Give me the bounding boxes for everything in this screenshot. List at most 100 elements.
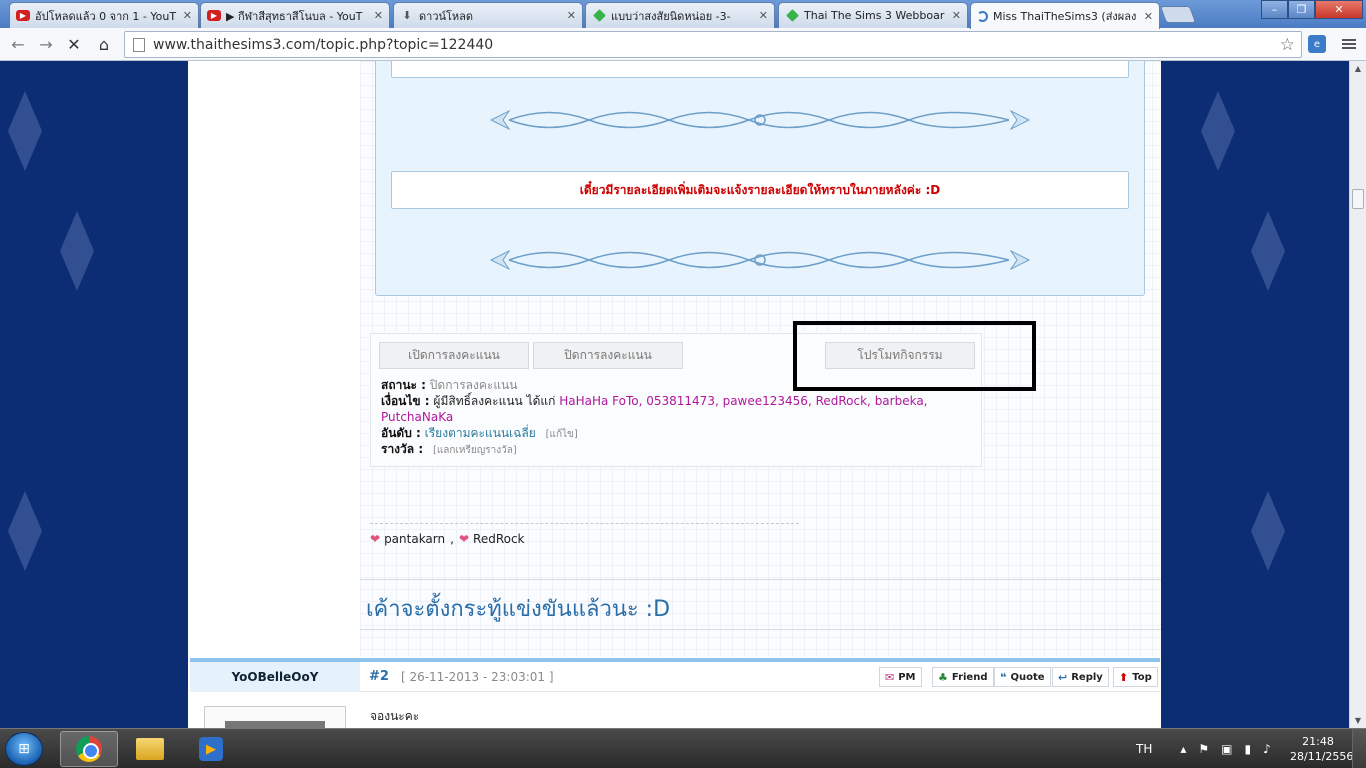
home-icon[interactable]: ⌂ [92,33,116,55]
tab-youtube-sports[interactable]: ▶ ▶ กีฬาสีสุทธาสีโนบล - YouT ✕ [200,2,390,28]
minimize-button[interactable]: – [1261,0,1288,19]
stop-icon[interactable]: ✕ [62,33,86,55]
reply-author-column [190,692,360,728]
like-user[interactable]: RedRock [473,532,525,546]
note-box: เดี๋ยวมีรายละเอียดเพิ่มเติมจะแจ้งรายละเอ… [391,171,1129,209]
url-text[interactable]: www.thaithesims3.com/topic.php?topic=122… [153,37,1280,53]
close-icon[interactable]: ✕ [952,9,961,22]
clock[interactable]: 21:48 28/11/2556 [1290,734,1354,764]
pm-button[interactable]: ✉ PM [879,667,922,687]
promote-activity-button[interactable]: โปรโมทกิจกรรม [825,342,975,369]
voter-list[interactable]: PutchaNaKa [381,410,453,424]
sims-icon [786,9,799,22]
youtube-icon: ▶ [207,10,221,21]
extension-icon[interactable]: e [1308,35,1326,53]
clock-time: 21:48 [1302,735,1334,748]
tab-label: Miss ThaiTheSims3 (ส่งผลง [993,10,1137,23]
tab-label: ▶ กีฬาสีสุทธาสีโนบล - YouT [226,9,363,23]
plumbob-icon [8,491,42,571]
quote-button[interactable]: ❝ Quote [994,667,1051,687]
sims-icon [593,9,606,22]
tab-youtube-upload[interactable]: ▶ อัปโหลดแล้ว 0 จาก 1 - YouT ✕ [9,2,199,28]
tab-strip: ▶ อัปโหลดแล้ว 0 จาก 1 - YouT ✕ ▶ ▶ กีฬาส… [0,0,1366,29]
signature: เค้าจะตั้งกระทู้แข่งขันแล้วนะ :D [366,597,671,622]
folder-icon [136,738,164,760]
scroll-up-icon[interactable]: ▲ [1350,61,1366,76]
close-icon[interactable]: ✕ [1144,10,1153,23]
friend-button[interactable]: ♣ Friend [932,667,994,687]
divider [370,523,799,524]
close-vote-button[interactable]: ปิดการลงคะแนน [533,342,683,369]
tab-downloads[interactable]: ⬇ ดาวน์โหลด ✕ [393,2,583,28]
rank-edit-link[interactable]: [แก้ไข] [546,429,578,440]
top-label: Top [1132,671,1152,683]
show-desktop-button[interactable] [1352,729,1366,768]
star-icon[interactable]: ☆ [1280,35,1295,55]
back-arrow-icon[interactable]: ← [6,33,30,55]
open-vote-button[interactable]: เปิดการลงคะแนน [379,342,529,369]
volume-icon[interactable]: ♪ [1263,742,1271,756]
menu-icon[interactable] [1340,35,1358,53]
taskbar-chrome[interactable] [60,731,118,767]
heart-icon: ❤ [370,532,381,546]
avatar[interactable] [204,706,346,728]
clock-date: 28/11/2556 [1290,750,1354,763]
reply-icon: ↩ [1058,670,1068,684]
top-icon: ⬆ [1119,670,1129,684]
condition-text: ผู้มีสิทธิ์ลงคะแนน ได้แก่ [433,394,556,408]
like-user[interactable]: pantakarn [384,532,445,546]
vote-panel: เปิดการลงคะแนน ปิดการลงคะแนน โปรโมทกิจกร… [370,321,1036,467]
taskbar-explorer[interactable] [121,731,179,767]
prize-label: รางวัล : [381,442,424,456]
rank-label: อันดับ : [381,426,421,440]
language-indicator[interactable]: TH [1136,742,1152,756]
prize-link[interactable]: [แลกเหรียญรางวัล] [433,445,517,456]
system-tray: TH ▴ ⚑ ▣ ▮ ♪ [1130,729,1277,768]
likes-row: ❤ pantakarn , ❤ RedRock [370,532,525,546]
new-tab-button[interactable] [1159,6,1197,23]
forward-arrow-icon[interactable]: → [34,33,58,55]
top-button[interactable]: ⬆ Top [1113,667,1158,687]
reply-button[interactable]: ↩ Reply [1052,667,1109,687]
media-player-icon: ▶ [199,737,223,761]
network-signal-icon[interactable]: ▮ [1245,742,1252,756]
contest-info-box: kawpanz555 เดี๋ยวมีรายละเอียดเพิ่มเติมจะ… [375,61,1145,296]
device-icon[interactable]: ▣ [1221,742,1232,756]
close-icon[interactable]: ✕ [183,9,192,22]
reply-username[interactable]: YoOBelleOoY [190,662,360,692]
vote-status-row: สถานะ : ปิดการลงคะแนน [381,377,517,393]
start-button[interactable]: ⊞ [5,732,43,766]
author-column [188,61,360,657]
address-bar[interactable]: www.thaithesims3.com/topic.php?topic=122… [124,31,1302,58]
chrome-icon [76,736,102,762]
tab-miss-thaithesims3[interactable]: Miss ThaiTheSims3 (ส่งผลง ✕ [970,2,1160,29]
reply-body: จองนะคะ [370,709,420,723]
vertical-scrollbar[interactable]: ▲ ▼ [1349,61,1366,728]
tab-question[interactable]: แบบว่าสงสัยนิดหน่อย -3- ✕ [585,2,775,28]
reply-body-area [360,692,1160,728]
taskbar-media-player[interactable]: ▶ [182,731,240,767]
plumbob-icon [1201,91,1235,171]
close-icon[interactable]: ✕ [374,9,383,22]
vote-prize-row: รางวัล : [แลกเหรียญรางวัล] [381,441,517,459]
rank-value: เรียงตามคะแนนเฉลี่ย [424,426,536,440]
maximize-button[interactable]: ❐ [1288,0,1315,19]
show-hidden-icons[interactable]: ▴ [1180,742,1186,756]
reply-header: #2 [ 26-11-2013 - 23:03:01 ] ✉ PM ♣ Friend… [360,662,1160,692]
tab-webboard[interactable]: Thai The Sims 3 Webboar ✕ [778,2,968,28]
status-value: ปิดการลงคะแนน [429,378,518,392]
close-icon[interactable]: ✕ [759,9,768,22]
tab-label: อัปโหลดแล้ว 0 จาก 1 - YouT [35,9,177,23]
scroll-thumb[interactable] [1352,189,1364,209]
scroll-down-icon[interactable]: ▼ [1350,713,1366,728]
condition-label: เงื่อนไข : [381,394,430,408]
youtube-icon: ▶ [16,10,30,21]
name-box: kawpanz555 [391,61,1129,78]
status-label: สถานะ : [381,378,426,392]
post-body: kawpanz555 เดี๋ยวมีรายละเอียดเพิ่มเติมจะ… [360,61,1161,657]
action-center-icon[interactable]: ⚑ [1198,742,1209,756]
post-number[interactable]: #2 [369,669,389,684]
voter-list[interactable]: HaHaHa FoTo, 053811473, pawee123456, Red… [559,394,927,408]
close-icon[interactable]: ✕ [567,9,576,22]
close-window-button[interactable]: ✕ [1315,0,1363,19]
